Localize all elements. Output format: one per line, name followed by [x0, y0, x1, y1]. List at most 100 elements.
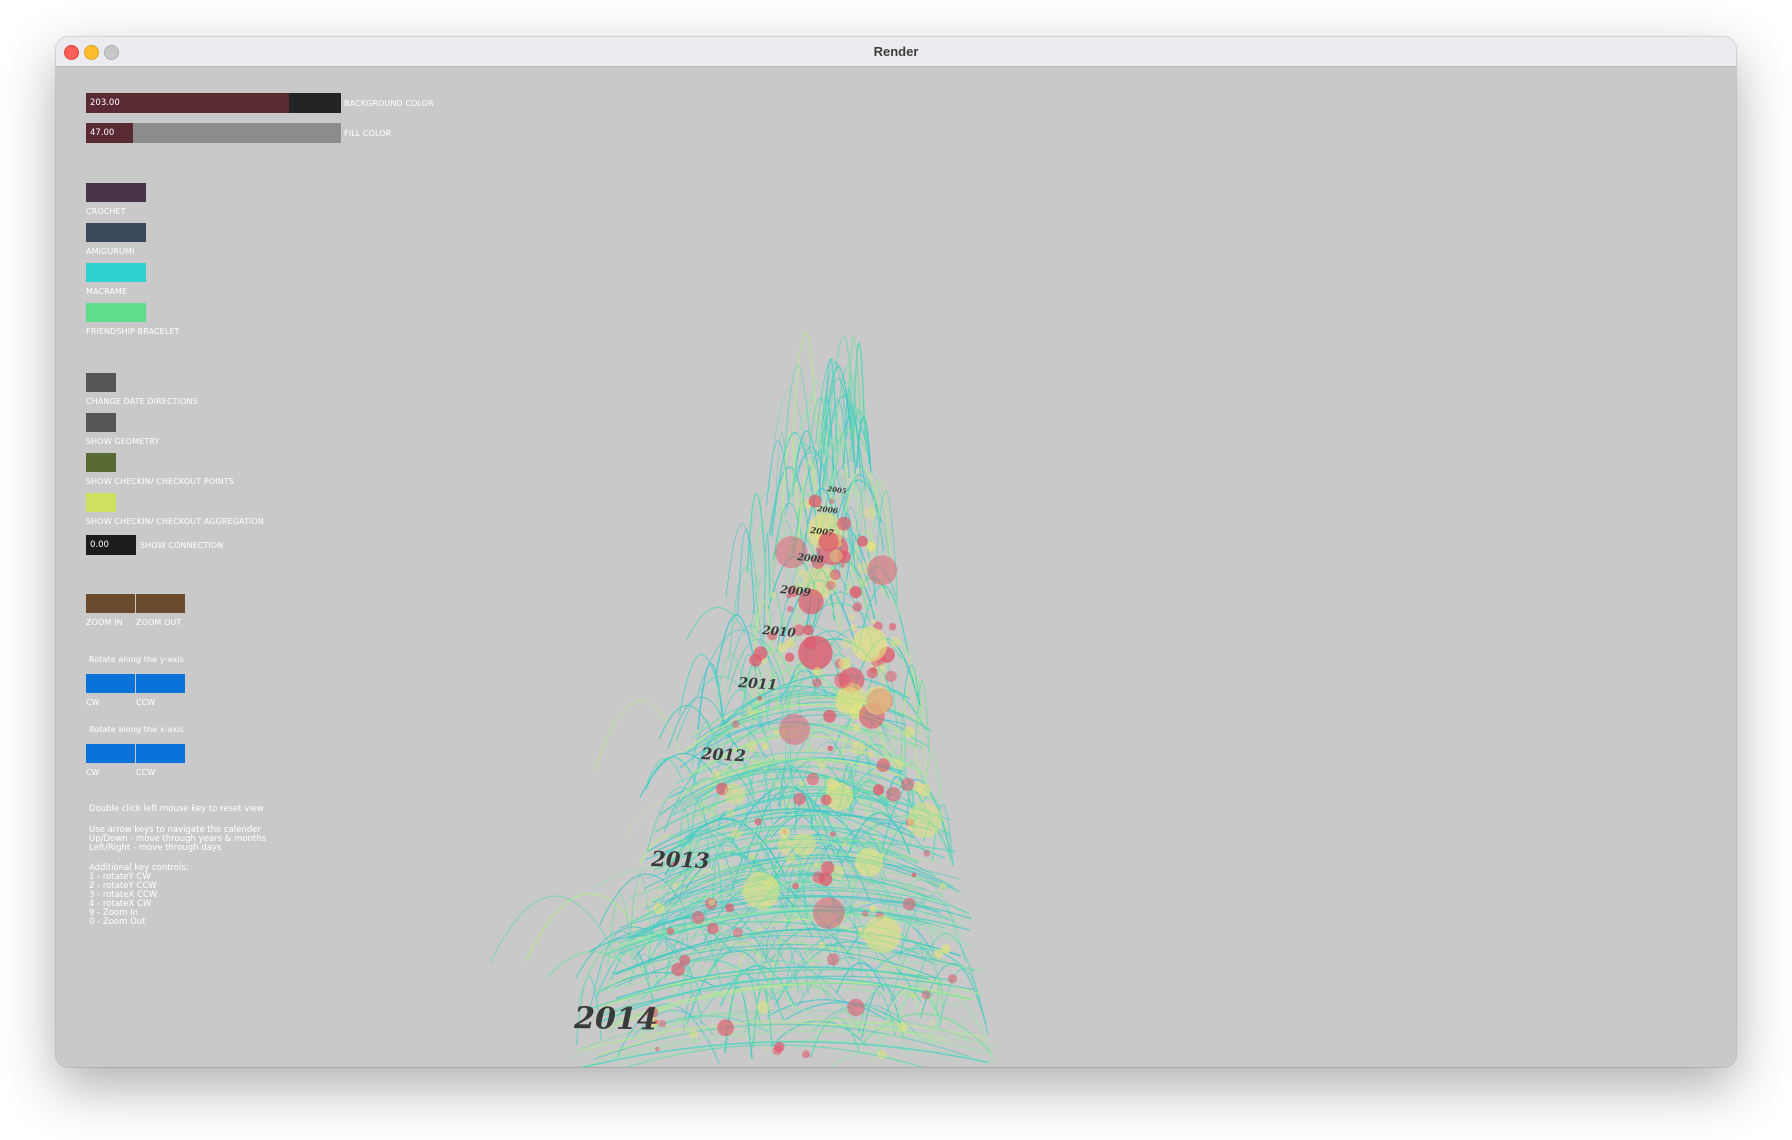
- fill-color-label: FILL COLOR: [344, 129, 392, 138]
- geometry-curve: [594, 700, 688, 772]
- checkout-aggregation: [912, 782, 923, 793]
- checkout-aggregation: [653, 902, 665, 914]
- checkout-aggregation: [817, 760, 827, 770]
- checkout-aggregation: [942, 947, 948, 953]
- rotate-x-title: Rotate along the x-axis: [89, 725, 185, 734]
- checkin-point: [902, 897, 916, 911]
- checkout-aggregation: [863, 916, 901, 953]
- show-checkin-aggregation-label: SHOW CHECKIN/ CHECKOUT AGGREGATION: [86, 517, 264, 526]
- checkin-point: [888, 623, 897, 631]
- checkin-point: [827, 745, 834, 752]
- title-bar: Render: [56, 37, 1736, 67]
- checkout-aggregation: [731, 828, 742, 839]
- checkout-aggregation: [770, 591, 776, 598]
- checkout-aggregation: [839, 657, 852, 670]
- checkin-point: [847, 998, 865, 1017]
- fill-color-slider[interactable]: 47.00: [86, 123, 341, 143]
- category-crochet-button[interactable]: [86, 183, 146, 202]
- checkin-point: [787, 605, 794, 613]
- checkin-point: [870, 666, 877, 674]
- checkin-point: [827, 953, 840, 966]
- checkin-point: [658, 1019, 667, 1028]
- checkout-aggregation: [910, 992, 917, 999]
- window-title: Render: [873, 44, 919, 59]
- rotate-y-title: Rotate along the y-axis: [89, 655, 184, 664]
- checkout-aggregation: [859, 579, 868, 588]
- rotate-y-cw-button[interactable]: [86, 674, 135, 693]
- category-friendship-bracelet-button[interactable]: [86, 303, 146, 322]
- checkout-aggregation: [747, 708, 755, 716]
- category-amigurumi-label: AMIGURUMI: [86, 247, 135, 256]
- zoom-in-button[interactable]: [86, 594, 135, 613]
- checkin-point: [885, 670, 897, 683]
- checkout-aggregation: [929, 1020, 935, 1026]
- category-macrame-button[interactable]: [86, 263, 146, 282]
- checkin-point: [679, 954, 691, 966]
- category-amigurumi-button[interactable]: [86, 223, 146, 242]
- geometry-curve: [936, 978, 944, 1016]
- checkout-aggregation: [725, 808, 736, 818]
- checkin-point: [901, 777, 915, 792]
- checkout-aggregation: [785, 638, 795, 649]
- geometry-curve: [659, 705, 713, 739]
- checkout-aggregation: [756, 1000, 770, 1014]
- checkin-point: [857, 535, 868, 547]
- rotate-y-cw-label: CW: [86, 698, 100, 707]
- change-date-directions-toggle[interactable]: [86, 373, 116, 392]
- fill-color-value: 47.00: [90, 128, 115, 138]
- rotate-y-ccw-button[interactable]: [136, 674, 185, 693]
- checkout-aggregation: [777, 642, 787, 653]
- checkout-aggregation: [939, 882, 947, 891]
- show-checkin-aggregation-toggle[interactable]: [86, 493, 116, 512]
- checkin-point: [717, 1019, 734, 1037]
- year-label: 2009: [779, 583, 812, 599]
- checkout-aggregation: [746, 741, 757, 752]
- checkout-aggregation: [689, 1029, 698, 1039]
- checkout-aggregation: [777, 837, 793, 854]
- background-color-slider[interactable]: 203.00: [86, 93, 341, 113]
- checkin-point: [732, 927, 743, 938]
- checkin-point: [731, 720, 740, 728]
- category-macrame-label: MACRAME: [86, 287, 128, 296]
- year-label: 2010: [761, 623, 797, 640]
- category-friendship-bracelet-label: FRIENDSHIP BRACELET: [86, 327, 180, 336]
- show-connection-slider[interactable]: 0.00: [86, 535, 136, 555]
- rotate-x-cw-button[interactable]: [86, 744, 135, 763]
- rotate-x-ccw-label: CCW: [136, 768, 156, 777]
- checkin-point: [725, 903, 735, 913]
- show-checkin-points-label: SHOW CHECKIN/ CHECKOUT POINTS: [86, 477, 234, 486]
- checkin-point: [803, 636, 817, 650]
- rotate-x-ccw-button[interactable]: [136, 744, 185, 763]
- category-crochet-label: CROCHET: [86, 207, 126, 216]
- checkin-point: [792, 882, 799, 890]
- checkin-point: [825, 580, 836, 591]
- checkout-aggregation: [871, 620, 876, 625]
- checkout-aggregation: [897, 1021, 908, 1032]
- checkout-aggregation: [773, 729, 780, 736]
- calendar-visualization[interactable]: 2005200620072008200920102011201220132014: [56, 67, 1736, 1067]
- checkout-aggregation: [877, 1049, 887, 1060]
- checkin-point: [873, 784, 885, 796]
- rotate-x-cw-label: CW: [86, 768, 100, 777]
- geometry-curve: [685, 606, 747, 642]
- checkin-point: [821, 861, 835, 875]
- checkout-aggregation: [761, 742, 770, 750]
- zoom-out-button[interactable]: [136, 594, 185, 613]
- show-checkin-points-toggle[interactable]: [86, 453, 116, 472]
- render-window: Render 2005 2006 2007 2008 2009 2010 2011 2012 2…: [56, 37, 1736, 1067]
- background-color-label: BACKGROUND COLOR: [344, 99, 434, 108]
- checkout-aggregation: [813, 860, 821, 868]
- year-label: 2013: [650, 846, 710, 873]
- help-key-controls: Additional key controls: 1 - rotateY CW …: [89, 863, 189, 927]
- year-label: 2011: [737, 675, 778, 694]
- help-arrow-keys: Use arrow keys to navigate the calender …: [89, 825, 267, 853]
- checkin-point: [820, 794, 832, 806]
- show-connection-label: SHOW CONNECTION: [140, 541, 224, 550]
- geometry-curve: [938, 968, 989, 1035]
- checkin-point: [923, 849, 931, 857]
- year-label: 2014: [573, 1001, 658, 1037]
- zoom-out-label: ZOOM OUT: [136, 618, 182, 627]
- geometry-curve: [646, 758, 684, 783]
- render-canvas[interactable]: 2005 2006 2007 2008 2009 2010 2011 2012 2013 2014…: [56, 67, 1736, 1067]
- show-geometry-toggle[interactable]: [86, 413, 116, 432]
